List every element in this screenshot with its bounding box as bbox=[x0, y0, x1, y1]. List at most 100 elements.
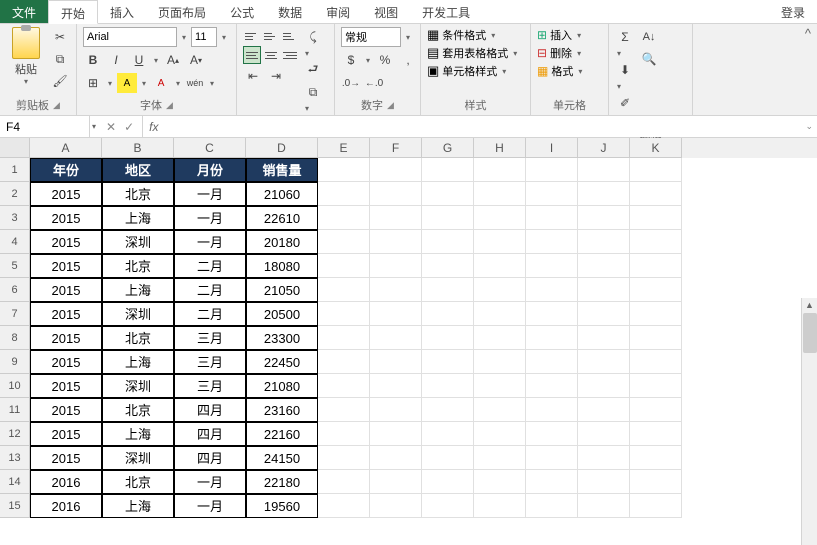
cell[interactable] bbox=[526, 254, 578, 278]
cell[interactable] bbox=[370, 326, 422, 350]
clear-button[interactable]: ✐ bbox=[615, 93, 635, 113]
cell[interactable]: 上海 bbox=[102, 494, 174, 518]
cell[interactable]: 三月 bbox=[174, 374, 246, 398]
decrease-indent-button[interactable]: ⇤ bbox=[243, 66, 263, 86]
align-top-button[interactable] bbox=[243, 27, 261, 45]
cell[interactable] bbox=[630, 398, 682, 422]
cell[interactable] bbox=[370, 494, 422, 518]
cell[interactable] bbox=[318, 398, 370, 422]
chevron-down-icon[interactable]: ▾ bbox=[106, 79, 114, 88]
cell[interactable]: 月份 bbox=[174, 158, 246, 182]
cell[interactable]: 北京 bbox=[102, 182, 174, 206]
cell[interactable]: 三月 bbox=[174, 350, 246, 374]
orientation-button[interactable]: ⤹ bbox=[303, 27, 323, 47]
chevron-down-icon[interactable]: ▾ bbox=[180, 33, 188, 42]
chevron-down-icon[interactable]: ▾ bbox=[208, 79, 216, 88]
cell[interactable]: 二月 bbox=[174, 254, 246, 278]
cell[interactable]: 2015 bbox=[30, 302, 102, 326]
percent-button[interactable]: % bbox=[375, 50, 395, 70]
cell[interactable] bbox=[526, 374, 578, 398]
wrap-text-button[interactable]: ⮐ bbox=[303, 60, 323, 80]
row-header[interactable]: 12 bbox=[0, 422, 30, 446]
autosum-button[interactable]: Σ bbox=[615, 27, 635, 47]
cell[interactable]: 一月 bbox=[174, 182, 246, 206]
cell[interactable] bbox=[578, 398, 630, 422]
increase-decimal-button[interactable]: .0→ bbox=[341, 73, 361, 93]
cell[interactable]: 一月 bbox=[174, 230, 246, 254]
border-button[interactable]: ⊞ bbox=[83, 73, 103, 93]
cell[interactable] bbox=[630, 326, 682, 350]
cell[interactable]: 上海 bbox=[102, 206, 174, 230]
cut-button[interactable]: ✂ bbox=[50, 27, 70, 47]
cell[interactable] bbox=[578, 158, 630, 182]
insert-cells-button[interactable]: ⊞插入▾ bbox=[537, 27, 583, 43]
cell[interactable] bbox=[526, 350, 578, 374]
select-all-corner[interactable] bbox=[0, 138, 30, 158]
cell[interactable]: 2015 bbox=[30, 278, 102, 302]
format-cells-button[interactable]: ▦格式▾ bbox=[537, 63, 584, 79]
cell[interactable]: 三月 bbox=[174, 326, 246, 350]
tab-视图[interactable]: 视图 bbox=[362, 0, 410, 23]
cell[interactable] bbox=[422, 350, 474, 374]
cell[interactable] bbox=[370, 254, 422, 278]
cell[interactable] bbox=[578, 302, 630, 326]
cell[interactable]: 北京 bbox=[102, 470, 174, 494]
confirm-formula-icon[interactable]: ✓ bbox=[124, 120, 134, 134]
row-header[interactable]: 14 bbox=[0, 470, 30, 494]
cell[interactable] bbox=[630, 230, 682, 254]
cell[interactable]: 2015 bbox=[30, 398, 102, 422]
align-middle-button[interactable] bbox=[262, 27, 280, 45]
cell[interactable] bbox=[370, 206, 422, 230]
comma-button[interactable]: , bbox=[398, 50, 418, 70]
row-header[interactable]: 7 bbox=[0, 302, 30, 326]
cell[interactable] bbox=[370, 158, 422, 182]
cell[interactable] bbox=[474, 278, 526, 302]
cell[interactable]: 上海 bbox=[102, 422, 174, 446]
cell[interactable]: 深圳 bbox=[102, 374, 174, 398]
cell[interactable] bbox=[318, 494, 370, 518]
chevron-down-icon[interactable]: ▾ bbox=[615, 82, 635, 91]
cell[interactable] bbox=[630, 158, 682, 182]
cell[interactable] bbox=[318, 470, 370, 494]
tab-数据[interactable]: 数据 bbox=[266, 0, 314, 23]
cell[interactable] bbox=[422, 494, 474, 518]
chevron-down-icon[interactable]: ▾ bbox=[404, 33, 412, 42]
dialog-launcher-icon[interactable]: ◢ bbox=[166, 100, 173, 111]
delete-cells-button[interactable]: ⊟删除▾ bbox=[537, 45, 583, 61]
cell[interactable] bbox=[474, 230, 526, 254]
table-format-button[interactable]: ▤套用表格格式▾ bbox=[427, 45, 519, 61]
cell[interactable] bbox=[630, 302, 682, 326]
formula-input[interactable] bbox=[164, 116, 801, 137]
cell[interactable] bbox=[630, 422, 682, 446]
cell[interactable] bbox=[422, 374, 474, 398]
cell[interactable]: 地区 bbox=[102, 158, 174, 182]
cell[interactable]: 2015 bbox=[30, 446, 102, 470]
cell[interactable]: 2015 bbox=[30, 422, 102, 446]
cell[interactable]: 23160 bbox=[246, 398, 318, 422]
row-header[interactable]: 9 bbox=[0, 350, 30, 374]
cell[interactable] bbox=[318, 302, 370, 326]
tab-审阅[interactable]: 审阅 bbox=[314, 0, 362, 23]
fill-color-button[interactable]: A bbox=[117, 73, 137, 93]
chevron-down-icon[interactable]: ▾ bbox=[220, 33, 228, 42]
column-header[interactable]: E bbox=[318, 138, 370, 158]
cell[interactable]: 21080 bbox=[246, 374, 318, 398]
cell[interactable] bbox=[318, 278, 370, 302]
align-left-button[interactable] bbox=[243, 46, 261, 64]
cell[interactable] bbox=[474, 374, 526, 398]
cell[interactable] bbox=[474, 470, 526, 494]
cell[interactable]: 一月 bbox=[174, 206, 246, 230]
cell[interactable]: 北京 bbox=[102, 326, 174, 350]
login-link[interactable]: 登录 bbox=[769, 0, 817, 23]
number-format-select[interactable] bbox=[341, 27, 401, 47]
cell[interactable] bbox=[422, 326, 474, 350]
row-header[interactable]: 1 bbox=[0, 158, 30, 182]
font-name-select[interactable] bbox=[83, 27, 177, 47]
cell[interactable] bbox=[474, 158, 526, 182]
font-color-button[interactable]: A bbox=[151, 73, 171, 93]
cell[interactable] bbox=[578, 422, 630, 446]
bold-button[interactable]: B bbox=[83, 50, 103, 70]
cell[interactable]: 2015 bbox=[30, 206, 102, 230]
column-header[interactable]: J bbox=[578, 138, 630, 158]
spreadsheet-grid[interactable]: ABCDEFGHIJK 123456789101112131415 年份地区月份… bbox=[0, 138, 817, 545]
